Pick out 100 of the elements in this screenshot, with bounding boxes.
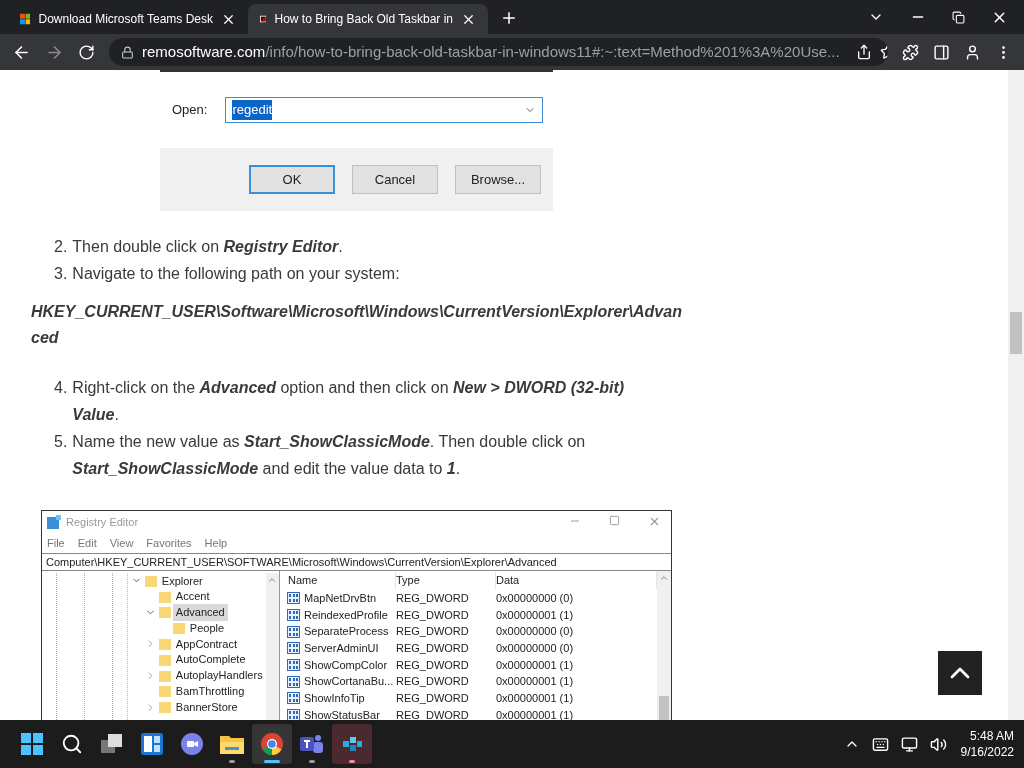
value-name[interactable]: SeparateProcess [304, 623, 389, 640]
binary-value-icon [287, 592, 300, 605]
tab-title: Download Microsoft Teams Desk [38, 11, 213, 28]
value-type: REG_DWORD [396, 707, 470, 720]
value-type: REG_DWORD [396, 607, 470, 623]
tree-item[interactable]: People [186, 619, 228, 637]
running-indicator [349, 760, 355, 763]
teams-icon [300, 733, 324, 755]
value-type: REG_DWORD [396, 691, 470, 707]
folder-icon [143, 573, 158, 588]
step-text: Name the new value as Start_ShowClassicMode. Then double click on Start_ShowClassicMode and edit the value data to 1. [72, 432, 587, 480]
tree-item[interactable]: BannerStore [172, 698, 241, 716]
new-tab-icon[interactable] [500, 9, 518, 27]
column-header[interactable]: Name [284, 572, 396, 589]
value-data: 0x00000000 (0) [496, 624, 574, 640]
scrollbar-thumb[interactable] [1010, 312, 1022, 354]
folder-icon [171, 621, 186, 636]
tab-title: How to Bring Back Old Taskbar in [274, 11, 453, 28]
address-bar: Computer\HKEY_CURRENT_USER\SOFTWARE\Microsoft\Windows\CurrentVersion\Explorer\Advanced [42, 552, 671, 571]
browser-tab[interactable]: How to Bring Back Old Taskbar in [248, 4, 488, 34]
value-name[interactable]: ReindexedProfile [304, 606, 388, 624]
share-icon[interactable] [855, 44, 872, 60]
browser-tab[interactable]: Download Microsoft Teams Desk [8, 4, 248, 34]
clock-date[interactable]: 9/16/2022 [960, 744, 1014, 760]
tree-item[interactable]: BamThrottling [172, 683, 248, 700]
scrollbar[interactable] [265, 572, 279, 720]
folder-icon [157, 700, 172, 715]
tree-item[interactable]: AutoplayHandlers [172, 667, 266, 684]
running-indicator [309, 760, 315, 763]
maximize-icon [609, 515, 620, 527]
profile-icon[interactable] [964, 43, 981, 61]
step-text: Navigate to the following path on your system: [72, 264, 400, 284]
value-data: 0x00000000 (0) [496, 641, 574, 656]
value-data: 0x00000000 (0) [496, 590, 574, 606]
running-indicator [229, 760, 235, 763]
step-number: 3. [54, 264, 68, 284]
binary-value-icon [287, 642, 300, 655]
value-name[interactable]: ShowCortanaBu... [304, 673, 394, 690]
page-scrollbar[interactable] [1008, 70, 1024, 720]
value-name[interactable]: ShowCompColor [304, 656, 388, 674]
tree-item[interactable]: Explorer [158, 572, 206, 589]
folder-icon [157, 652, 172, 667]
search-icon [61, 733, 83, 755]
binary-value-icon [287, 709, 300, 720]
dialog-button[interactable]: OK [249, 165, 335, 195]
restore-icon[interactable] [952, 10, 965, 24]
open-label: Open: [172, 101, 208, 120]
url-text: remosoftware.com/info/how-to-bring-back-old-taskbar-in-windows11#:~:text=Method%201%3A%20Use... [142, 41, 840, 62]
windows-logo-icon [20, 11, 31, 27]
value-type: REG_DWORD [396, 674, 470, 690]
value-name[interactable]: ShowStatusBar [304, 706, 380, 720]
task-view-icon [101, 734, 123, 754]
value-data: 0x00000001 (1) [496, 607, 574, 623]
side-panel-icon[interactable] [933, 43, 950, 61]
value-name[interactable]: ShowInfoTip [304, 690, 365, 707]
chat-icon [181, 733, 203, 755]
value-data: 0x00000001 (1) [496, 657, 574, 673]
step-number: 2. [54, 237, 68, 257]
taskbar-button[interactable] [252, 724, 292, 764]
folder-icon [157, 589, 172, 604]
widgets-icon [141, 733, 163, 755]
dialog-button[interactable]: Cancel [352, 165, 438, 195]
folder-icon [157, 668, 172, 683]
column-header[interactable]: Type [396, 572, 496, 589]
tree-item[interactable]: Advanced [172, 604, 228, 621]
lock-icon [121, 45, 134, 59]
tree-item[interactable]: AutoComplete [172, 651, 249, 668]
registry-app-icon [47, 514, 61, 529]
reload-icon[interactable] [78, 43, 95, 61]
browser-icon [261, 733, 283, 755]
step-number: 4. [54, 378, 68, 399]
start-icon [21, 733, 43, 755]
tree-item[interactable]: Accent [172, 588, 213, 605]
network-icon[interactable] [900, 735, 918, 753]
address-bar[interactable]: remosoftware.com/info/how-to-bring-back-old-taskbar-in-windows11#:~:text=Method%201%3A%20Use... [109, 38, 888, 66]
back-to-top-button[interactable] [938, 651, 982, 695]
keyboard-icon[interactable] [871, 735, 889, 753]
value-type: REG_DWORD [396, 624, 470, 640]
scrollbar-thumb[interactable] [659, 696, 669, 720]
value-data: 0x00000001 (1) [496, 674, 574, 690]
value-name[interactable]: ServerAdminUI [304, 640, 379, 657]
extensions-icon[interactable] [902, 43, 919, 61]
binary-value-icon [287, 658, 300, 671]
binary-value-icon [287, 675, 300, 688]
window-title: Registry Editor [66, 514, 139, 530]
dialog-button[interactable]: Browse... [455, 165, 541, 195]
tree-item[interactable]: AppContract [172, 635, 240, 653]
open-field[interactable]: regedit [225, 97, 544, 123]
folder-icon [220, 734, 244, 754]
binary-value-icon [287, 625, 300, 638]
step-number: 5. [54, 432, 68, 453]
value-name[interactable]: MapNetDrvBtn [304, 589, 377, 607]
folder-icon [157, 605, 172, 620]
taskbar-button[interactable] [332, 724, 372, 764]
value-type: REG_DWORD [396, 657, 470, 673]
scrollbar[interactable] [657, 570, 671, 720]
binary-value-icon [287, 608, 300, 621]
clock-time[interactable]: 5:48 AM [969, 728, 1014, 744]
volume-icon[interactable] [929, 735, 947, 753]
value-type: REG_DWORD [396, 641, 470, 656]
